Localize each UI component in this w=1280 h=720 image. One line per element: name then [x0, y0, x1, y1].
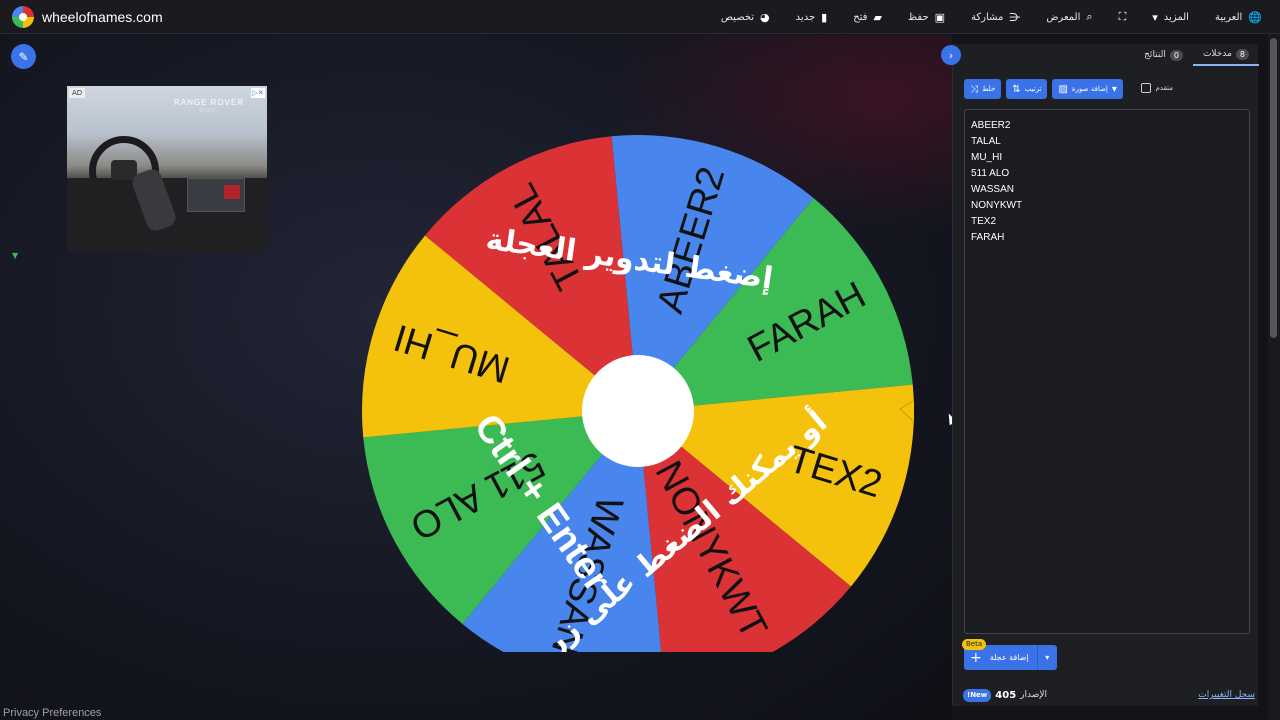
version-info: الإصدار 405 New!: [959, 688, 1048, 702]
entry-line[interactable]: ABEER2: [971, 118, 1243, 134]
add-image-label: إضافة صورة: [1071, 85, 1108, 93]
entry-line[interactable]: WASSAN: [971, 182, 1243, 198]
folder-icon: ▰: [873, 10, 882, 24]
ad-screen: [187, 178, 245, 212]
entry-line[interactable]: TALAL: [971, 134, 1243, 150]
shuffle-button[interactable]: ⤨ خلط: [964, 79, 1002, 99]
add-image-button[interactable]: ▨ إضافة صورة ▾: [1052, 79, 1123, 99]
sort-button[interactable]: ⇅ ترتيب: [1006, 79, 1048, 99]
plus-icon: +: [970, 649, 982, 666]
beta-badge: Beta: [962, 639, 987, 650]
ad-sub: SPORT: [199, 108, 216, 114]
save-icon: ▣: [934, 10, 946, 24]
add-wheel-dropdown[interactable]: ▾: [1036, 645, 1057, 670]
palette-icon: ◕: [760, 10, 770, 24]
caret-down-icon: ▾: [1152, 10, 1158, 24]
fullscreen-button[interactable]: ⛶: [1119, 10, 1127, 24]
share-button[interactable]: ⋲ مشاركة: [971, 11, 1020, 24]
page-scrollbar[interactable]: [1268, 34, 1280, 720]
caret-down-icon: ▾: [1111, 83, 1117, 95]
wheel-center-hub[interactable]: [582, 355, 694, 467]
new-button[interactable]: ▮ جديد: [796, 11, 828, 24]
logo-icon: [12, 5, 34, 28]
open-label: فتح: [853, 11, 868, 23]
sort-label: ترتيب: [1024, 85, 1042, 93]
image-icon: ▨: [1058, 83, 1068, 95]
wheel-stage: ✎ AD RANGE ROVER SPORT ▷✕ ▼ ABEER2 FARAH T…: [0, 35, 952, 720]
advanced-toggle[interactable]: متقدم: [1140, 83, 1173, 93]
share-icon: ⋲: [1009, 10, 1021, 24]
side-panel: › 8 مدخلات 0 النتائج ⤨ خلط ⇅ ترتيب ▨ إضا…: [941, 44, 1259, 706]
entry-line[interactable]: NONYKWT: [971, 198, 1243, 214]
advertisement[interactable]: AD RANGE ROVER SPORT ▷✕: [67, 86, 267, 252]
tab-entries-label: مدخلات: [1202, 49, 1232, 59]
entry-line[interactable]: TEX2: [971, 214, 1243, 230]
tab-results-label: النتائج: [1144, 50, 1166, 60]
gallery-label: المعرض: [1046, 11, 1081, 23]
edit-pencil-button[interactable]: ✎: [11, 44, 36, 69]
ad-brand: RANGE ROVER: [174, 98, 245, 107]
globe-icon: 🌐: [1248, 10, 1262, 24]
sort-icon: ⇅: [1012, 83, 1021, 95]
search-icon: ⌕: [1086, 10, 1093, 23]
advanced-label: متقدم: [1155, 84, 1173, 92]
privacy-preferences-link[interactable]: Privacy Preferences: [3, 707, 101, 719]
customize-label: تخصيص: [720, 11, 755, 23]
changelog-link[interactable]: سجل التغييرات: [1198, 690, 1255, 700]
panel-footer: الإصدار 405 New! سجل التغييرات: [959, 688, 1255, 702]
new-badge: New!: [963, 688, 992, 702]
save-button[interactable]: ▣ حفظ: [908, 11, 945, 24]
wheel-svg[interactable]: ABEER2FARAHTEX2NONYKWTWASSAN511 ALOMU_HI…: [362, 100, 914, 652]
pencil-icon: ✎: [18, 49, 29, 64]
top-bar: wheelofnames.com 🌐 العربية المزيد ▾ ⛶ ⌕ …: [0, 0, 1280, 34]
ad-label: AD: [69, 88, 86, 98]
filter-icon: ▼: [12, 251, 19, 260]
gallery-button[interactable]: ⌕ المعرض: [1046, 10, 1092, 24]
shuffle-icon: ⤨: [970, 83, 978, 95]
entries-count-badge: 8: [1235, 48, 1249, 60]
customize-button[interactable]: ◕ تخصيص: [721, 11, 770, 24]
scrollbar-thumb[interactable]: [1270, 38, 1277, 338]
tab-entries[interactable]: 8 مدخلات: [1192, 44, 1259, 66]
shuffle-label: خلط: [982, 85, 996, 93]
wheel[interactable]: ABEER2 FARAH TEX2 NONYKWT WASSAN 511 ALO MU_HI…: [362, 100, 914, 652]
main-menu: 🌐 العربية المزيد ▾ ⛶ ⌕ المعرض ⋲ مشاركة ▣…: [721, 0, 1262, 34]
file-icon: ▮: [821, 10, 828, 24]
more-label: المزيد: [1163, 11, 1189, 23]
more-menu[interactable]: المزيد ▾: [1152, 11, 1189, 24]
entry-line[interactable]: FARAH: [971, 230, 1243, 246]
brand[interactable]: wheelofnames.com: [12, 5, 163, 28]
tab-results[interactable]: 0 النتائج: [1134, 44, 1193, 66]
add-wheel-group: + إضافة عجلة ▾ Beta: [962, 639, 1057, 670]
entry-line[interactable]: 511 ALO: [971, 166, 1243, 182]
open-button[interactable]: ▰ فتح: [853, 11, 882, 24]
fullscreen-icon: ⛶: [1118, 10, 1127, 23]
results-count-badge: 0: [1169, 49, 1183, 61]
share-label: مشاركة: [971, 11, 1004, 23]
caret-down-icon: ▾: [1045, 653, 1050, 662]
advanced-checkbox[interactable]: [1140, 83, 1151, 93]
site-title: wheelofnames.com: [42, 8, 163, 25]
ad-close-icon[interactable]: ▷✕: [251, 88, 265, 98]
version-label: الإصدار: [1020, 690, 1048, 700]
language-label: العربية: [1214, 11, 1243, 23]
panel-tabs: 8 مدخلات 0 النتائج: [953, 44, 1259, 66]
entry-line[interactable]: MU_HI: [971, 150, 1243, 166]
new-label: جديد: [795, 11, 816, 23]
entries-toolbar: ⤨ خلط ⇅ ترتيب ▨ إضافة صورة ▾: [964, 79, 1123, 99]
language-menu[interactable]: 🌐 العربية: [1215, 11, 1262, 24]
version-number: 405: [995, 689, 1017, 701]
add-wheel-label: إضافة عجلة: [989, 653, 1029, 662]
entries-textbox[interactable]: ABEER2 TALAL MU_HI 511 ALO WASSAN NONYKWT TEX2…: [964, 109, 1250, 634]
save-label: حفظ: [907, 11, 929, 23]
